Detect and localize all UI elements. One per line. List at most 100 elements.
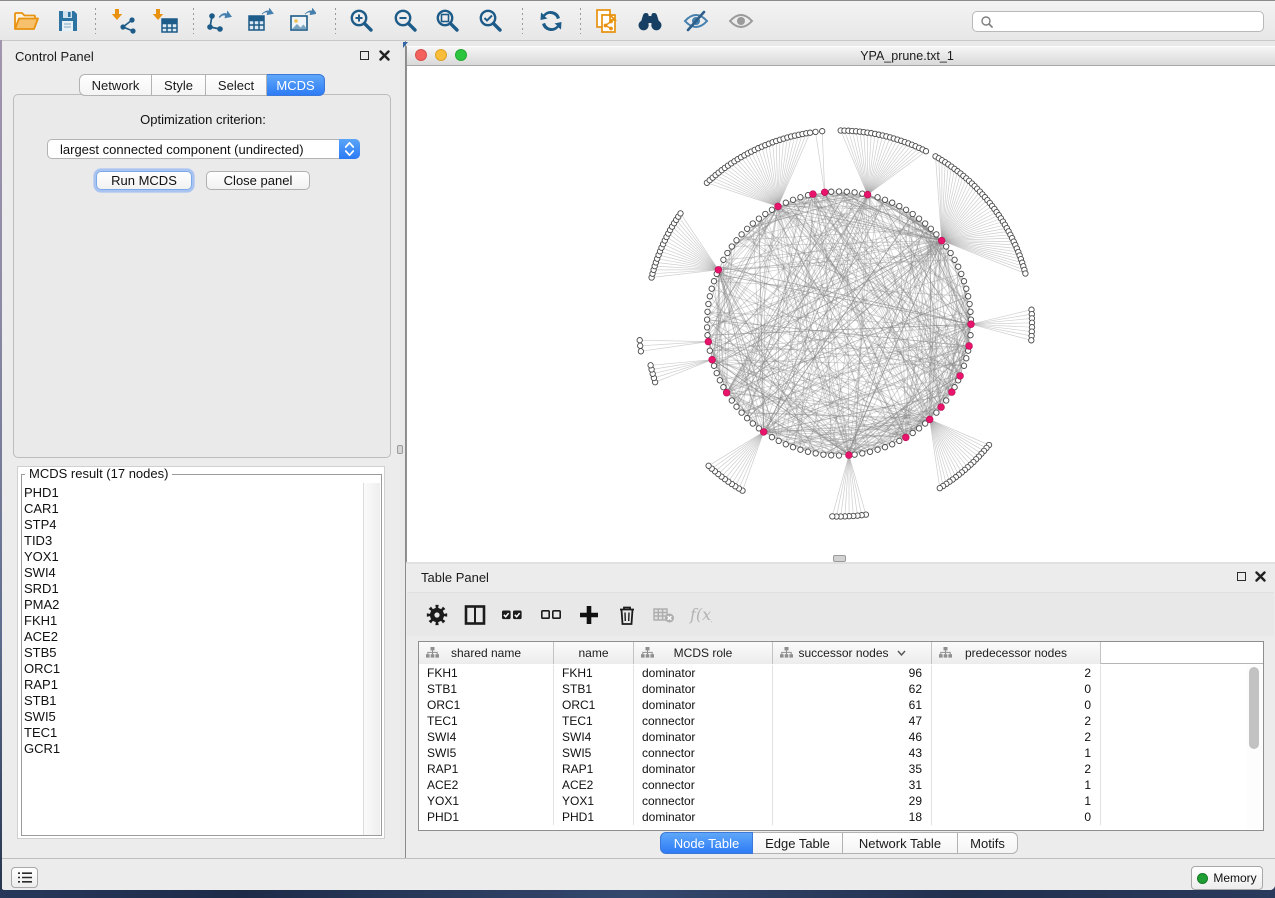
panel-list-button[interactable] <box>11 867 38 888</box>
binoculars-icon[interactable] <box>636 7 664 35</box>
mcds-result-item[interactable]: FKH1 <box>24 613 354 629</box>
mcds-result-item[interactable]: SWI4 <box>24 565 354 581</box>
cytoscape-window: Control Panel NetworkStyleSelectMCDS Opt… <box>0 0 1275 890</box>
import-table-icon[interactable] <box>152 7 180 35</box>
mcds-result-item[interactable]: RAP1 <box>24 677 354 693</box>
minimize-traffic-light[interactable] <box>435 49 447 61</box>
mcds-result-panel: MCDS result (17 nodes) PHD1CAR1STP4TID3Y… <box>17 466 385 839</box>
run-mcds-button[interactable]: Run MCDS <box>96 171 192 190</box>
tab-node-table[interactable]: Node Table <box>660 832 753 854</box>
network-view-frame: YPA_prune.txt_1 <box>406 46 1275 562</box>
network-frame-titlebar[interactable]: YPA_prune.txt_1 <box>407 46 1275 66</box>
sort-icon <box>897 650 906 656</box>
export-network-icon[interactable] <box>205 7 233 35</box>
float-window-icon[interactable] <box>1237 572 1246 581</box>
table-row[interactable]: FKH1FKH1dominator962 <box>419 665 1263 681</box>
table-row[interactable]: ORC1ORC1dominator610 <box>419 697 1263 713</box>
mcds-result-item[interactable]: STB1 <box>24 693 354 709</box>
mcds-result-item[interactable]: SRD1 <box>24 581 354 597</box>
mcds-result-item[interactable]: ORC1 <box>24 661 354 677</box>
show-eye-icon[interactable] <box>727 7 755 35</box>
table-row[interactable]: ACE2ACE2connector311 <box>419 777 1263 793</box>
column-header-shared-name[interactable]: shared name <box>419 642 554 664</box>
gear-icon[interactable] <box>425 603 449 627</box>
toolbar-separator <box>335 8 336 34</box>
column-header-MCDS-role[interactable]: MCDS role <box>634 642 773 664</box>
open-folder-icon[interactable] <box>12 7 40 35</box>
table-scrollbar-thumb[interactable] <box>1249 667 1259 749</box>
zoom-traffic-light[interactable] <box>455 49 467 61</box>
column-header-predecessor-nodes[interactable]: predecessor nodes <box>932 642 1101 664</box>
import-network-icon[interactable] <box>111 7 139 35</box>
table-row[interactable]: PHD1PHD1dominator180 <box>419 809 1263 825</box>
zoom-fit-icon[interactable] <box>434 7 462 35</box>
unchecked-boxes-icon[interactable] <box>539 603 563 627</box>
zoom-out-icon[interactable] <box>392 7 420 35</box>
mcds-result-item[interactable]: TEC1 <box>24 725 354 741</box>
table-cell: 2 <box>932 713 1101 729</box>
zoom-in-icon[interactable] <box>348 7 376 35</box>
mcds-result-item[interactable]: TID3 <box>24 533 354 549</box>
close-icon[interactable] <box>379 50 390 61</box>
column-label: MCDS role <box>674 646 733 660</box>
mcds-result-item[interactable]: STB5 <box>24 645 354 661</box>
mcds-result-item[interactable]: GCR1 <box>24 741 354 757</box>
mcds-result-list: PHD1CAR1STP4TID3YOX1SWI4SRD1PMA2FKH1ACE2… <box>24 485 354 757</box>
memory-button[interactable]: Memory <box>1191 866 1263 890</box>
table-row[interactable]: SWI5SWI5connector431 <box>419 745 1263 761</box>
hide-eye-icon[interactable] <box>682 7 710 35</box>
table-cell: connector <box>634 745 773 761</box>
column-header-name[interactable]: name <box>554 642 634 664</box>
table-row[interactable]: SWI4SWI4dominator462 <box>419 729 1263 745</box>
tab-network[interactable]: Network <box>79 74 152 96</box>
mcds-result-scrollbar[interactable] <box>363 483 380 835</box>
mcds-result-item[interactable]: CAR1 <box>24 501 354 517</box>
save-icon[interactable] <box>54 7 82 35</box>
table-cell: RAP1 <box>554 761 634 777</box>
mcds-result-item[interactable]: PHD1 <box>24 485 354 501</box>
horizontal-divider-handle[interactable] <box>833 555 846 562</box>
close-traffic-light[interactable] <box>415 49 427 61</box>
tab-motifs[interactable]: Motifs <box>958 832 1018 854</box>
trash-icon[interactable] <box>615 603 639 627</box>
table-cell: TEC1 <box>419 713 554 729</box>
columns-icon[interactable] <box>463 603 487 627</box>
search-input[interactable] <box>994 13 1263 30</box>
mcds-result-item[interactable]: SWI5 <box>24 709 354 725</box>
network-graph-canvas[interactable] <box>407 66 1275 562</box>
tab-select[interactable]: Select <box>206 74 267 96</box>
mcds-result-item[interactable]: ACE2 <box>24 629 354 645</box>
tab-network-table[interactable]: Network Table <box>843 832 958 854</box>
tab-mcds[interactable]: MCDS <box>267 74 325 96</box>
export-table-icon[interactable] <box>246 7 274 35</box>
close-panel-button[interactable]: Close panel <box>206 171 310 190</box>
column-header-successor-nodes[interactable]: successor nodes <box>773 642 932 664</box>
float-window-icon[interactable] <box>360 51 369 60</box>
table-cell: ACE2 <box>419 777 554 793</box>
toolbar-separator <box>193 8 194 34</box>
mcds-result-item[interactable]: STP4 <box>24 517 354 533</box>
table-cell: 18 <box>773 809 932 825</box>
table-cell: dominator <box>634 681 773 697</box>
mcds-result-item[interactable]: PMA2 <box>24 597 354 613</box>
tab-style[interactable]: Style <box>152 74 206 96</box>
table-row[interactable]: YOX1YOX1connector291 <box>419 793 1263 809</box>
checked-boxes-icon[interactable] <box>500 603 524 627</box>
close-icon[interactable] <box>1255 571 1266 582</box>
table-cell: 29 <box>773 793 932 809</box>
plus-icon[interactable] <box>577 603 601 627</box>
table-scrollbar[interactable] <box>1247 665 1262 829</box>
table-row[interactable]: RAP1RAP1dominator352 <box>419 761 1263 777</box>
table-row[interactable]: STB1STB1dominator620 <box>419 681 1263 697</box>
zoom-selected-icon[interactable] <box>477 7 505 35</box>
criterion-select[interactable]: largest connected component (undirected) <box>47 139 360 159</box>
export-image-icon[interactable] <box>288 7 316 35</box>
table-row[interactable]: TEC1TEC1connector472 <box>419 713 1263 729</box>
table-panel-title: Table Panel <box>421 570 489 585</box>
mcds-result-item[interactable]: YOX1 <box>24 549 354 565</box>
search-box[interactable] <box>972 11 1264 32</box>
share-docs-icon[interactable] <box>593 7 621 35</box>
refresh-icon[interactable] <box>537 7 565 35</box>
divider-handle[interactable] <box>397 445 403 454</box>
tab-edge-table[interactable]: Edge Table <box>753 832 843 854</box>
